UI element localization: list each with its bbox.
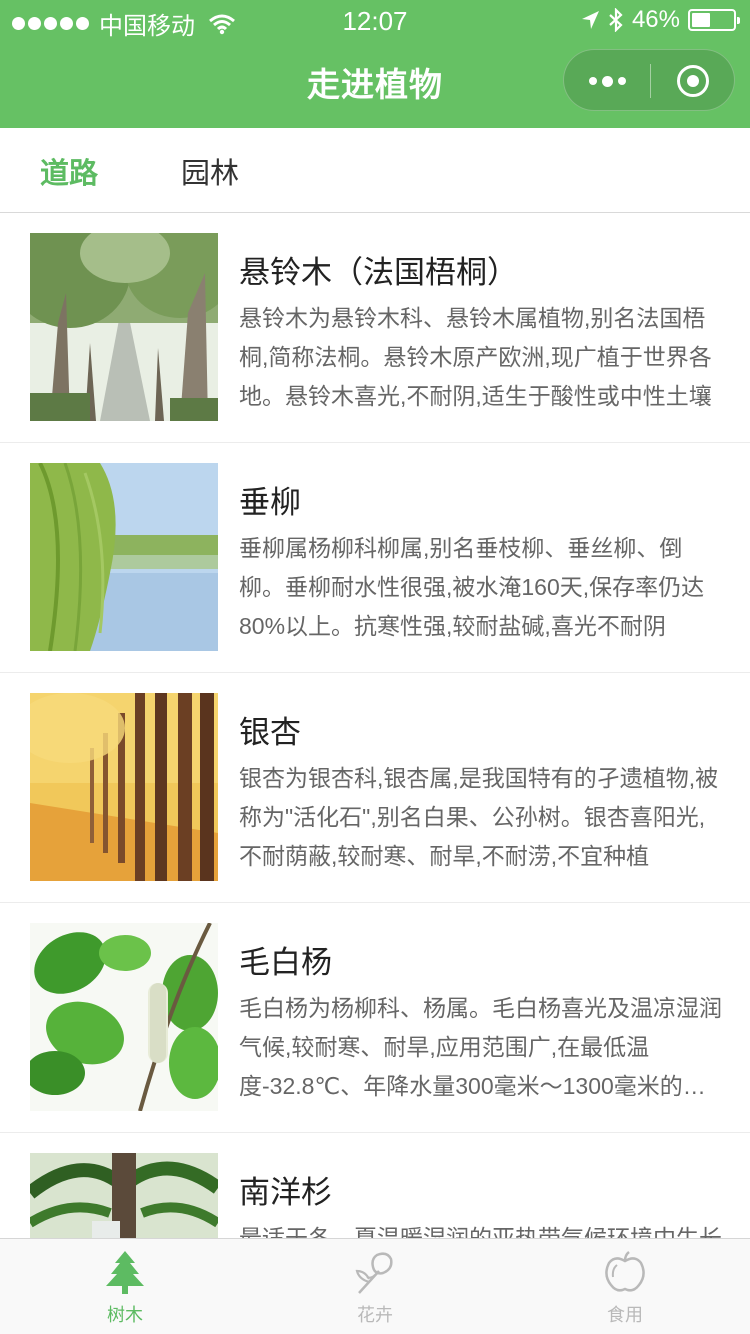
plant-description: 银杏为银杏科,银杏属,是我国特有的孑遗植物,被称为"活化石",别名白果、公孙树。… xyxy=(239,765,719,869)
plant-thumbnail xyxy=(30,693,218,881)
bottom-tab-bar: 树木 花卉 食用 xyxy=(0,1238,750,1334)
app-header: 中国移动 12:07 46% 走进植物 xyxy=(0,0,750,128)
flower-icon xyxy=(355,1252,393,1294)
plant-list: 悬铃木（法国梧桐） 悬铃木为悬铃木科、悬铃木属植物,别名法国梧桐,简称法桐。悬铃… xyxy=(0,213,750,1238)
tabbar-label: 花卉 xyxy=(357,1305,393,1325)
tree-icon xyxy=(106,1251,144,1294)
plant-name: 银杏 xyxy=(239,715,301,750)
tabbar-label: 树木 xyxy=(107,1305,143,1325)
status-bar: 中国移动 12:07 46% xyxy=(0,0,750,40)
tabbar-item-edible[interactable]: 食用 xyxy=(500,1239,750,1334)
tab-road[interactable]: 道路 xyxy=(40,150,98,192)
list-item[interactable]: 毛白杨 毛白杨为杨柳科、杨属。毛白杨喜光及温凉湿润气候,较耐寒、耐旱,应用范围广… xyxy=(0,903,750,1133)
apple-icon xyxy=(605,1251,645,1292)
plant-name: 南洋杉 xyxy=(239,1175,332,1210)
tabbar-item-trees[interactable]: 树木 xyxy=(0,1239,250,1334)
plant-description: 毛白杨为杨柳科、杨属。毛白杨喜光及温凉湿润气候,较耐寒、耐旱,应用范围广,在最低… xyxy=(239,995,722,1099)
category-tabs: 道路 园林 xyxy=(0,128,750,213)
plant-description: 垂柳属杨柳科柳属,别名垂枝柳、垂丝柳、倒柳。垂柳耐水性很强,被水淹160天,保存… xyxy=(239,535,705,639)
plant-thumbnail xyxy=(30,233,218,421)
plant-description: 最适于冬、夏温暖湿润的亚热带气候环境中生长 xyxy=(239,1225,722,1238)
plant-thumbnail xyxy=(30,463,218,651)
plant-name: 毛白杨 xyxy=(239,945,332,980)
tabbar-label: 食用 xyxy=(607,1305,643,1325)
battery-percent: 46% xyxy=(631,6,680,33)
battery-level xyxy=(692,13,711,27)
plant-description: 悬铃木为悬铃木科、悬铃木属植物,别名法国梧桐,简称法桐。悬铃木原产欧洲,现广植于… xyxy=(239,305,712,409)
more-options-button[interactable] xyxy=(564,50,650,112)
mini-program-capsule xyxy=(563,49,735,111)
plant-thumbnail xyxy=(30,923,218,1111)
bluetooth-icon xyxy=(609,8,623,32)
capsule-divider xyxy=(650,64,651,98)
tab-garden[interactable]: 园林 xyxy=(181,150,239,192)
location-arrow-icon xyxy=(581,11,599,29)
close-mini-program-button[interactable] xyxy=(677,65,709,97)
battery-icon xyxy=(688,9,740,31)
list-item[interactable]: 悬铃木（法国梧桐） 悬铃木为悬铃木科、悬铃木属植物,别名法国梧桐,简称法桐。悬铃… xyxy=(0,213,750,443)
plant-name: 垂柳 xyxy=(239,485,301,520)
tabbar-item-flowers[interactable]: 花卉 xyxy=(250,1239,500,1334)
plant-name: 悬铃木（法国梧桐） xyxy=(239,255,518,290)
list-item[interactable]: 银杏 银杏为银杏科,银杏属,是我国特有的孑遗植物,被称为"活化石",别名白果、公… xyxy=(0,673,750,903)
list-item[interactable]: 垂柳 垂柳属杨柳科柳属,别名垂枝柳、垂丝柳、倒柳。垂柳耐水性很强,被水淹160天… xyxy=(0,443,750,673)
plant-thumbnail xyxy=(30,1153,218,1238)
list-item[interactable]: 南洋杉 最适于冬、夏温暖湿润的亚热带气候环境中生长 xyxy=(0,1133,750,1238)
